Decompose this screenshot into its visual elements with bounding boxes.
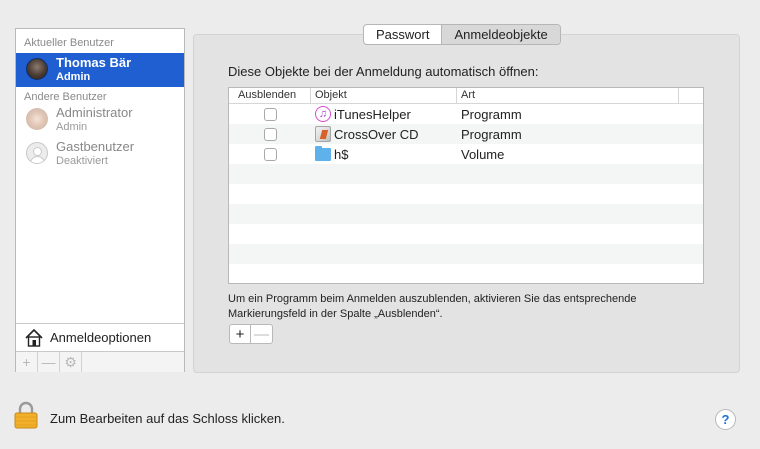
login-items-table[interactable]: Ausblenden Objekt Art ♫ iTunesHelper Pro… (228, 87, 704, 284)
crossover-icon (315, 126, 331, 142)
hide-checkbox[interactable] (263, 147, 277, 161)
other-users-header: Andere Benutzer (24, 91, 107, 103)
lock-instruction: Zum Bearbeiten auf das Schloss klicken. (50, 411, 285, 426)
object-kind: Programm (461, 126, 522, 142)
house-icon (25, 328, 43, 347)
user-name: Administrator (56, 105, 133, 120)
login-options-item[interactable]: Anmeldeoptionen (16, 323, 184, 351)
current-user-header: Aktueller Benutzer (24, 37, 114, 49)
object-name: CrossOver CD (334, 126, 419, 142)
sidebar-user-thomas-baer[interactable]: Thomas Bär Admin (16, 53, 184, 87)
table-row[interactable]: h$ Volume (229, 144, 703, 164)
sidebar-user-administrator[interactable]: Administrator Admin (16, 103, 184, 137)
user-avatar-icon (26, 58, 48, 80)
user-name: Thomas Bär (56, 55, 132, 70)
table-header: Ausblenden Objekt Art (229, 88, 703, 104)
gear-icon[interactable]: ⚙ (60, 352, 82, 372)
user-role: Admin (56, 71, 91, 83)
flower-avatar-icon (26, 108, 48, 130)
empty-row (229, 264, 703, 283)
sidebar-toolbar: + — ⚙ (16, 351, 184, 372)
users-sidebar: Aktueller Benutzer Thomas Bär Admin Ande… (15, 28, 185, 372)
itunes-helper-icon: ♫ (315, 106, 331, 122)
column-header-object[interactable]: Objekt (311, 88, 457, 103)
login-items-intro: Diese Objekte bei der Anmeldung automati… (228, 64, 539, 79)
hide-checkbox[interactable] (263, 107, 277, 121)
empty-row (229, 184, 703, 204)
empty-row (229, 224, 703, 244)
login-options-label: Anmeldeoptionen (50, 330, 152, 345)
user-name: Gastbenutzer (56, 139, 135, 154)
empty-row (229, 164, 703, 184)
tab-login-items[interactable]: Anmeldeobjekte (441, 25, 560, 44)
remove-user-button[interactable]: — (38, 352, 60, 372)
table-row[interactable]: ♫ iTunesHelper Programm (229, 104, 703, 124)
table-body: ♫ iTunesHelper Programm CrossOver CD Pro… (229, 104, 703, 283)
table-row[interactable]: CrossOver CD Programm (229, 124, 703, 144)
column-header-hide[interactable]: Ausblenden (229, 88, 311, 103)
lock-icon[interactable] (13, 401, 39, 429)
tab-bar: Passwort Anmeldeobjekte (363, 24, 561, 45)
folder-icon (315, 146, 331, 161)
object-kind: Volume (461, 146, 505, 162)
tab-password[interactable]: Passwort (364, 25, 441, 44)
hide-hint-text: Um ein Programm beim Anmelden auszublend… (228, 293, 637, 320)
add-login-item-button[interactable]: + (230, 325, 251, 343)
user-role: Admin (56, 121, 88, 133)
remove-login-item-button[interactable]: — (251, 325, 272, 343)
empty-row (229, 204, 703, 224)
guest-avatar-icon (26, 142, 48, 164)
help-button[interactable]: ? (715, 409, 736, 430)
sidebar-user-guest[interactable]: Gastbenutzer Deaktiviert (16, 137, 184, 171)
object-name: iTunesHelper (334, 106, 411, 122)
column-header-kind[interactable]: Art (457, 88, 679, 103)
object-name: h$ (334, 146, 349, 162)
add-user-button[interactable]: + (16, 352, 38, 372)
add-remove-control: + — (229, 324, 273, 344)
object-kind: Programm (461, 106, 522, 122)
hide-checkbox[interactable] (263, 127, 277, 141)
empty-row (229, 244, 703, 264)
user-role: Deaktiviert (56, 155, 108, 167)
